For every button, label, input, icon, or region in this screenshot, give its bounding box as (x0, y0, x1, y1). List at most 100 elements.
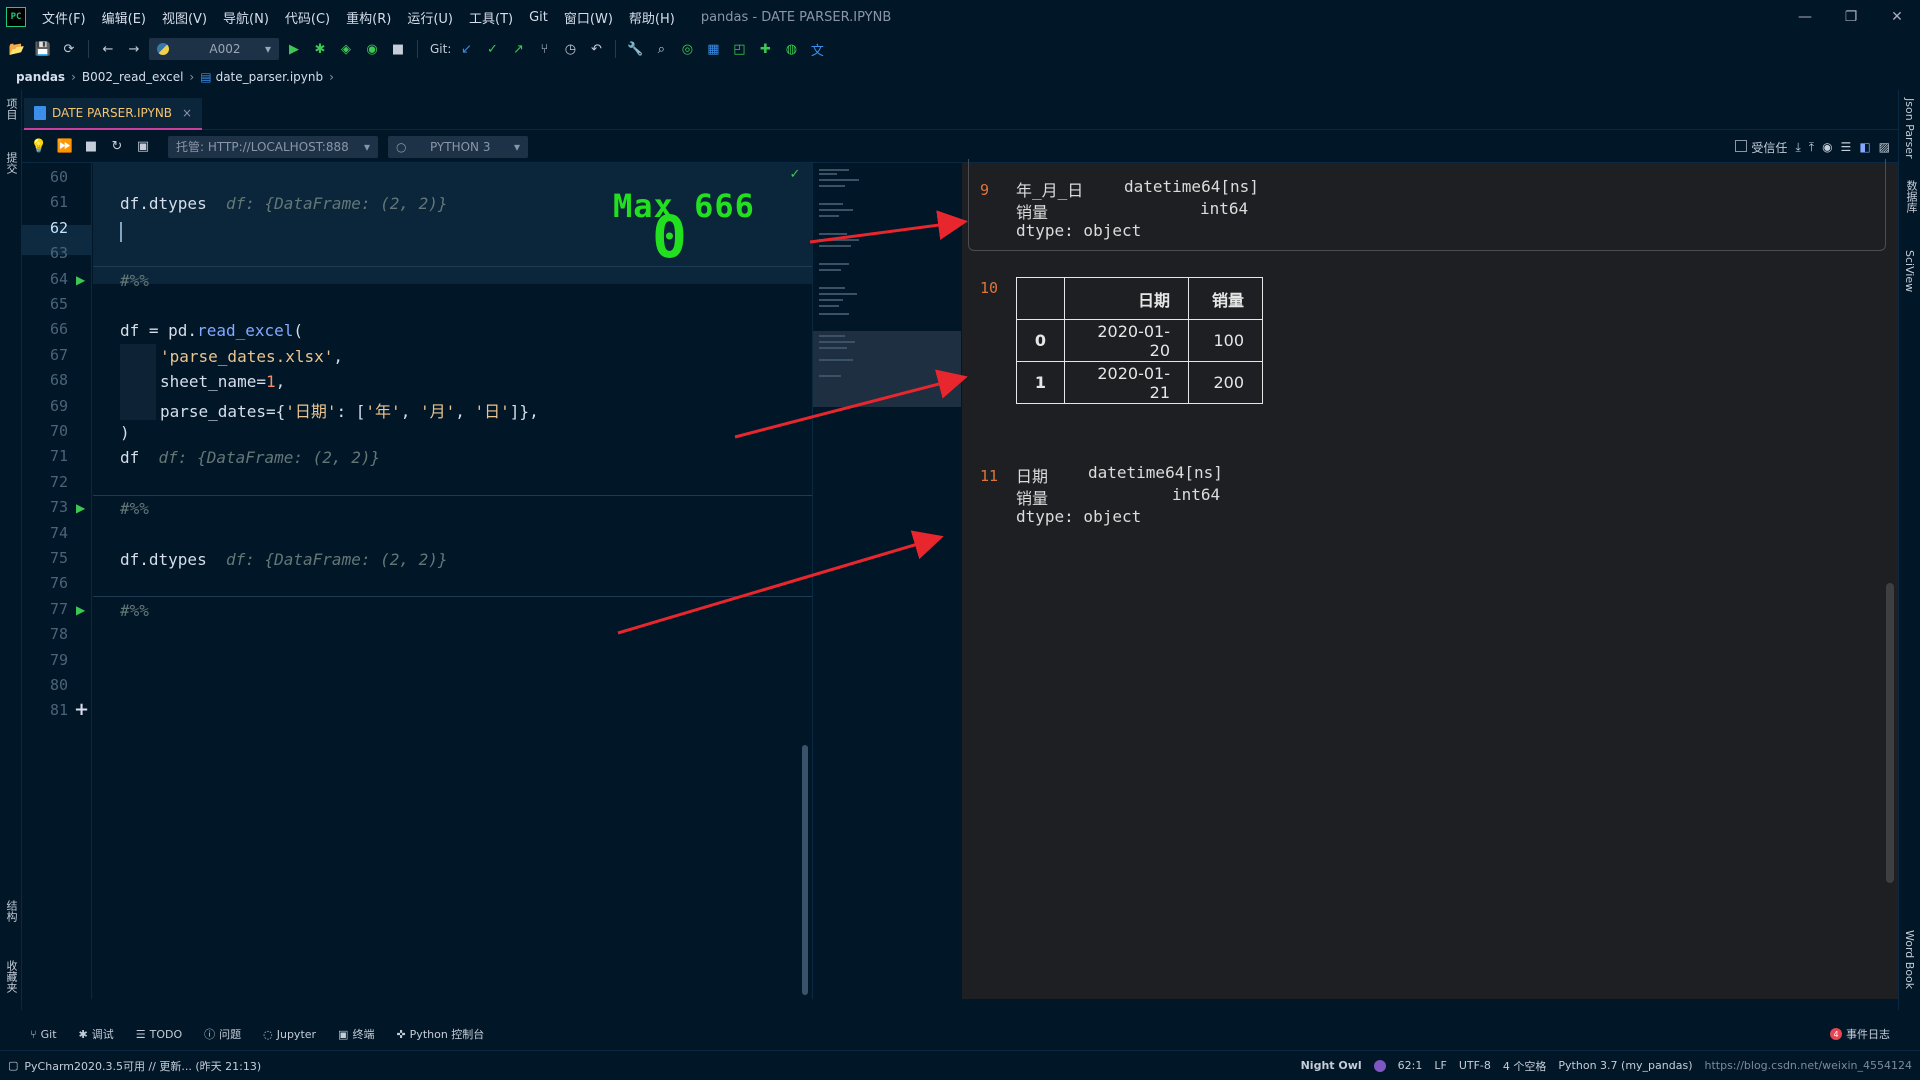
code-line[interactable]: 'parse_dates.xlsx', (160, 347, 343, 366)
menu-refactor[interactable]: 重构(R) (338, 8, 399, 27)
git-branch-icon[interactable]: ⑂ (533, 38, 555, 60)
open-folder-icon[interactable]: 📂 (6, 38, 28, 60)
code-line[interactable]: df df: {DataFrame: (2, 2)} (120, 448, 380, 467)
menu-run[interactable]: 运行(U) (399, 8, 461, 27)
menu-edit[interactable]: 编辑(E) (94, 8, 154, 27)
editor-only-icon[interactable]: ☰ (1841, 140, 1852, 154)
tool-tab-terminal[interactable]: ▣ 终端 (338, 1026, 374, 1042)
git-push-icon[interactable]: ↗ (507, 38, 529, 60)
move-up-icon[interactable]: ⤒ (1809, 140, 1814, 155)
tool-tab-git[interactable]: ⑂ Git (30, 1028, 57, 1041)
menu-navigate[interactable]: 导航(N) (215, 8, 277, 27)
coverage-icon[interactable]: ◈ (335, 38, 357, 60)
database-icon[interactable]: ◍ (780, 38, 802, 60)
run-cell-icon[interactable]: ▶ (76, 501, 85, 515)
sync-icon[interactable]: ⟳ (58, 38, 80, 60)
interrupt-kernel-icon[interactable]: ■ (80, 136, 102, 158)
project-tool-tab[interactable]: 项目 (3, 98, 19, 120)
code-line[interactable]: #%% (120, 271, 149, 290)
code-line[interactable]: df = pd.read_excel( (120, 321, 303, 340)
jupyter-server-select[interactable]: 托管: HTTP://LOCALHOST:888 ▾ (168, 135, 378, 158)
plugin-icon[interactable]: ✚ (754, 38, 776, 60)
debug-icon[interactable]: ✱ (309, 38, 331, 60)
word-book-tool-tab[interactable]: Word Book (1903, 930, 1916, 989)
stop-icon[interactable]: ■ (387, 38, 409, 60)
update-notice[interactable]: PyCharm2020.3.5可用 // 更新... (昨天 21:13) (24, 1058, 261, 1074)
code-line[interactable]: ) (120, 423, 130, 442)
split-view-icon[interactable]: ◧ (1859, 140, 1870, 154)
code-line[interactable]: #%% (120, 601, 149, 620)
rollback-icon[interactable]: ↶ (585, 38, 607, 60)
run-config-select[interactable]: A002 ▾ (149, 38, 279, 60)
sciview-tool-tab[interactable]: SciView (1903, 250, 1916, 292)
forward-arrow-icon[interactable]: → (123, 38, 145, 60)
database-tool-tab[interactable]: 数据库 (1903, 180, 1919, 213)
add-cell-icon[interactable]: + (74, 699, 89, 720)
tool-tab-problems[interactable]: ⓘ 问题 (204, 1026, 241, 1042)
run-all-icon[interactable]: ⏩ (54, 136, 76, 158)
breadcrumb-project[interactable]: pandas (16, 70, 65, 84)
event-log-button[interactable]: 4 事件日志 (1830, 1026, 1890, 1042)
menu-help[interactable]: 帮助(H) (621, 8, 683, 27)
run-cell-icon[interactable]: ▶ (76, 273, 85, 287)
tool-tab-python-console[interactable]: ✜ Python 控制台 (396, 1026, 484, 1042)
git-commit-icon[interactable]: ✓ (481, 38, 503, 60)
minimap[interactable] (812, 163, 961, 999)
lightbulb-icon[interactable]: 💡 (28, 136, 50, 158)
indent-setting[interactable]: 4 个空格 (1503, 1058, 1547, 1074)
tool-tab-debug[interactable]: ✱ 调试 (79, 1026, 114, 1042)
caret-position[interactable]: 62:1 (1398, 1059, 1423, 1072)
preview-only-icon[interactable]: ▨ (1879, 140, 1890, 154)
tool-tab-jupyter[interactable]: ◌ Jupyter (263, 1028, 316, 1041)
search-icon[interactable]: ⌕ (650, 38, 672, 60)
profile-icon[interactable]: ◉ (361, 38, 383, 60)
line-separator[interactable]: LF (1434, 1059, 1446, 1072)
output-scrollbar[interactable] (1886, 583, 1894, 883)
code-line[interactable]: df.dtypes df: {DataFrame: (2, 2)} (120, 550, 448, 569)
menu-file[interactable]: 文件(F) (34, 8, 94, 27)
json-parser-tool-tab[interactable]: Json Parser (1903, 98, 1916, 159)
inspect-icon[interactable]: ◎ (676, 38, 698, 60)
close-window-icon[interactable]: ✕ (1874, 0, 1920, 34)
breadcrumb-folder[interactable]: B002_read_excel (82, 70, 184, 84)
commit-tool-tab[interactable]: 提交 (3, 152, 19, 174)
tab-date-parser[interactable]: DATE PARSER.IPYNB × (24, 98, 203, 130)
breadcrumb-file[interactable]: date_parser.ipynb (216, 70, 324, 84)
menu-code[interactable]: 代码(C) (277, 8, 338, 27)
wrench-icon[interactable]: 🔧 (624, 38, 646, 60)
close-tab-icon[interactable]: × (182, 106, 192, 120)
back-arrow-icon[interactable]: ← (97, 38, 119, 60)
run-icon[interactable]: ▶ (283, 38, 305, 60)
history-icon[interactable]: ◷ (559, 38, 581, 60)
code-line[interactable]: parse_dates={'日期': ['年', '月', '日']}, (160, 398, 539, 422)
run-cell-icon[interactable]: ▶ (76, 603, 85, 617)
menu-git[interactable]: Git (521, 10, 556, 25)
trusted-toggle[interactable]: 受信任 (1735, 139, 1787, 156)
tool-tab-todo[interactable]: ☰ TODO (136, 1028, 182, 1041)
translate-icon[interactable]: 文 (806, 38, 828, 60)
code-editor[interactable]: 60 61 62 63 64 65 66 67 68 69 70 71 72 73 74 75 76 77 78 79… (22, 163, 812, 999)
structure-tool-tab[interactable]: 结构 (3, 900, 19, 922)
code-line[interactable]: sheet_name=1, (160, 372, 285, 391)
interpreter[interactable]: Python 3.7 (my_pandas) (1558, 1059, 1692, 1072)
menu-window[interactable]: 窗口(W) (556, 8, 621, 27)
restore-icon[interactable]: ❐ (1828, 0, 1874, 34)
favorites-tool-tab[interactable]: 收藏夹 (3, 960, 19, 993)
save-all-icon[interactable]: 💾 (32, 38, 54, 60)
sciview-icon[interactable]: ◰ (728, 38, 750, 60)
move-down-icon[interactable]: ⤓ (1795, 140, 1800, 155)
structure-icon[interactable]: ▦ (702, 38, 724, 60)
variables-icon[interactable]: ▣ (132, 136, 154, 158)
kernel-select[interactable]: ○ PYTHON 3 ▾ (388, 135, 528, 158)
restart-kernel-icon[interactable]: ↻ (106, 136, 128, 158)
file-encoding[interactable]: UTF-8 (1459, 1059, 1491, 1072)
code-line[interactable]: #%% (120, 499, 149, 518)
code-line[interactable]: df.dtypes df: {DataFrame: (2, 2)} (120, 194, 448, 213)
menu-view[interactable]: 视图(V) (154, 8, 215, 27)
editor-scrollbar[interactable] (802, 745, 808, 995)
theme-name[interactable]: Night Owl (1301, 1059, 1362, 1072)
menu-tools[interactable]: 工具(T) (461, 8, 521, 27)
minimize-icon[interactable]: — (1782, 0, 1828, 34)
git-update-icon[interactable]: ↙ (455, 38, 477, 60)
preview-icon[interactable]: ◉ (1822, 140, 1832, 154)
